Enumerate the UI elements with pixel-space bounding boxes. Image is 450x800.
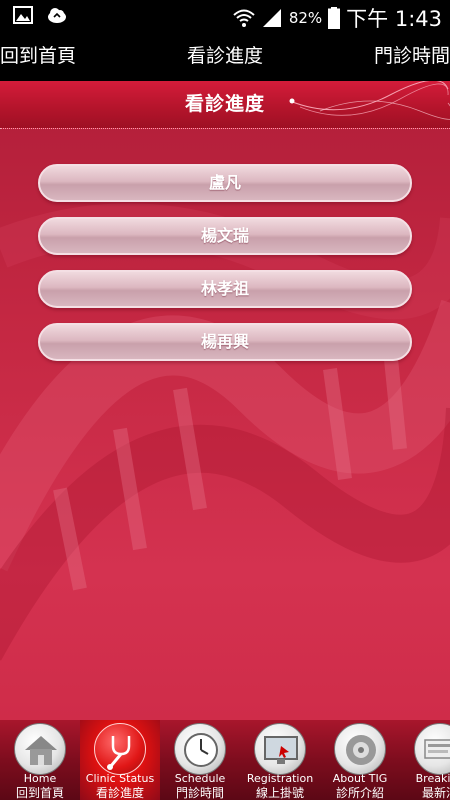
main-content: 盧凡 楊文瑞 林孝祖 楊再興 (0, 129, 450, 720)
nav-schedule[interactable]: Schedule 門診時間 (160, 720, 240, 800)
monitor-icon (254, 723, 306, 775)
doctor-button[interactable]: 林孝祖 (38, 270, 412, 308)
battery-icon (328, 7, 341, 29)
nav-registration[interactable]: Registration 線上掛號 (240, 720, 320, 800)
home-icon (14, 723, 66, 775)
doctor-button[interactable]: 盧凡 (38, 164, 412, 202)
nav-about[interactable]: About TIG 診所介紹 (320, 720, 400, 800)
doctor-list: 盧凡 楊文瑞 林孝祖 楊再興 (38, 164, 412, 376)
news-icon (414, 723, 450, 775)
cloud-icon (48, 8, 66, 23)
signal-icon (262, 9, 281, 27)
doctor-button[interactable]: 楊再興 (38, 323, 412, 361)
status-bar: 82% 下午 1:43 (0, 0, 450, 31)
tab-home[interactable]: 回到首頁 (0, 31, 76, 81)
clock: 下午 1:43 (346, 7, 442, 31)
wifi-icon (233, 9, 255, 27)
top-tab-bar: 看診進度 回到首頁 門診時間 (0, 31, 450, 81)
nav-home[interactable]: Home 回到首頁 (0, 720, 80, 800)
stethoscope-icon (94, 723, 146, 775)
battery-percent: 82% (288, 9, 323, 27)
doctor-button[interactable]: 楊文瑞 (38, 217, 412, 255)
gallery-icon (13, 6, 33, 24)
clock-icon (174, 723, 226, 775)
bottom-nav: Home 回到首頁 Clinic Status 看診進度 Schedule 門診… (0, 720, 450, 800)
tab-schedule[interactable]: 門診時間 (374, 31, 450, 81)
nav-breaking[interactable]: Breaking 最新消 (400, 720, 450, 800)
info-disc-icon (334, 723, 386, 775)
nav-label-zh: 最新消 (421, 786, 450, 800)
nav-clinic-status[interactable]: Clinic Status 看診進度 (80, 720, 160, 800)
page-header: 看診進度 (0, 81, 450, 129)
page-title: 看診進度 (184, 93, 265, 115)
